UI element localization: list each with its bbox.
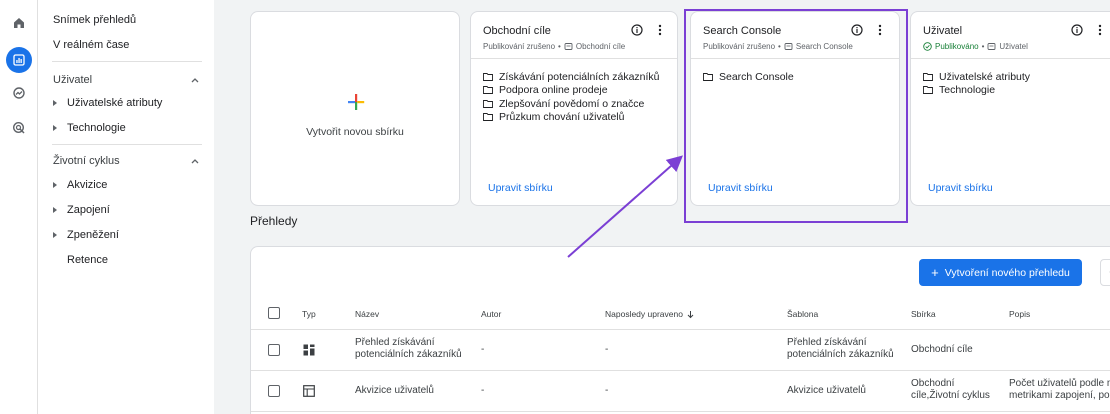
row-divider — [251, 370, 1110, 371]
more-vert-icon[interactable] — [655, 24, 665, 36]
home-icon[interactable] — [6, 10, 32, 36]
nav-divider — [52, 144, 202, 145]
reports-table: + Vytvoření nového přehledu Typ Název Au… — [250, 246, 1110, 414]
folder-icon — [923, 72, 933, 81]
collection-tag: Uživatel — [999, 42, 1028, 51]
publish-status: Publikováno — [935, 42, 979, 51]
row-divider — [251, 329, 1110, 330]
folder-icon — [483, 113, 493, 122]
report-name[interactable]: Přehled získávání potenciálních zákazník… — [355, 337, 475, 361]
expand-arrow-icon — [53, 232, 57, 238]
dashboard-icon — [303, 344, 315, 356]
nav-item-user-attributes[interactable]: Uživatelské atributy — [53, 97, 162, 109]
row-checkbox[interactable] — [268, 344, 280, 356]
card-divider — [471, 58, 677, 59]
report-collection: Obchodní cíle — [911, 344, 973, 355]
sort-arrow-down-icon — [687, 310, 694, 318]
nav-group-lifecycle[interactable]: Životní cyklus — [53, 155, 120, 167]
library-main: Vytvořit novou sbírku Obchodní cíle Publ… — [214, 0, 1110, 414]
more-vert-icon[interactable] — [1095, 24, 1105, 36]
nav-item-realtime[interactable]: V reálném čase — [53, 39, 129, 51]
collection-tag-icon — [987, 43, 996, 50]
column-description[interactable]: Popis — [1009, 309, 1030, 319]
topic-item: Získávání potenciálních zákazníků — [483, 70, 660, 84]
expand-arrow-icon — [53, 182, 57, 188]
expand-arrow-icon — [53, 100, 57, 106]
report-author: - — [481, 344, 485, 355]
nav-item-retention[interactable]: Retence — [67, 254, 108, 266]
create-collection-label: Vytvořit novou sbírku — [306, 126, 404, 138]
topic-item: Průzkum chování uživatelů — [483, 111, 660, 125]
report-template: Akvizice uživatelů — [787, 385, 866, 396]
edit-collection-link[interactable]: Upravit sbírku — [928, 182, 993, 194]
topic-item: Podpora online prodeje — [483, 84, 660, 98]
create-report-button[interactable]: + Vytvoření nového přehledu — [919, 259, 1082, 286]
collection-title: Obchodní cíle — [483, 25, 551, 37]
add-icon: + — [931, 265, 939, 280]
collection-topics: Získávání potenciálních zákazníků Podpor… — [483, 70, 660, 124]
expand-arrow-icon — [53, 207, 57, 213]
card-divider — [911, 58, 1110, 59]
report-author: - — [481, 385, 485, 396]
publish-status: Publikování zrušeno — [483, 42, 556, 51]
search-button[interactable] — [1100, 259, 1110, 286]
report-description: Počet uživatelů podle n metrikami zapoje… — [1009, 378, 1110, 401]
column-author[interactable]: Autor — [481, 309, 501, 319]
nav-item-engagement[interactable]: Zapojení — [53, 204, 110, 216]
nav-item-technology[interactable]: Technologie — [53, 122, 126, 134]
info-icon[interactable] — [631, 24, 643, 36]
topic-item: Zlepšování povědomí o značce — [483, 97, 660, 111]
column-name[interactable]: Název — [355, 309, 379, 319]
folder-icon — [483, 72, 493, 81]
annotation-highlight-box — [684, 9, 908, 223]
edit-collection-link[interactable]: Upravit sbírku — [488, 182, 553, 194]
info-icon[interactable] — [1071, 24, 1083, 36]
advertising-icon[interactable] — [6, 115, 32, 141]
left-rail — [0, 0, 38, 414]
nav-item-snapshot[interactable]: Snímek přehledů — [53, 14, 136, 26]
collection-title: Uživatel — [923, 25, 963, 37]
topic-item: Uživatelské atributy — [923, 70, 1030, 84]
column-template[interactable]: Šablona — [787, 309, 818, 319]
folder-icon — [923, 86, 933, 95]
report-collection: Obchodní cíle,Životní cyklus — [911, 378, 990, 401]
row-checkbox[interactable] — [268, 385, 280, 397]
collection-meta: Publikování zrušeno • Obchodní cíle — [483, 42, 626, 51]
select-all-checkbox[interactable] — [268, 307, 280, 319]
row-divider — [251, 411, 1110, 412]
nav-item-monetization[interactable]: Zpeněžení — [53, 229, 119, 241]
collection-card: Obchodní cíle Publikování zrušeno • Obch… — [470, 11, 678, 206]
collection-tag-icon — [564, 43, 573, 50]
collection-card: Uživatel Publikováno • Uživatel Uživatel… — [910, 11, 1110, 206]
nav-group-user[interactable]: Uživatel — [53, 74, 92, 86]
reports-nav: Snímek přehledů V reálném čase Uživatel … — [38, 0, 214, 414]
column-collection[interactable]: Sbírka — [911, 309, 936, 319]
report-name[interactable]: Akvizice uživatelů — [355, 385, 434, 397]
collection-tag: Obchodní cíle — [575, 42, 626, 51]
report-description — [1009, 344, 1110, 356]
column-type: Typ — [302, 309, 316, 319]
nav-divider — [52, 61, 202, 62]
report-template: Přehled získávání potenciálních zákazník… — [787, 337, 894, 360]
chevron-up-icon[interactable] — [189, 155, 201, 167]
topic-item: Technologie — [923, 84, 1030, 98]
collection-meta: Publikováno • Uživatel — [923, 42, 1028, 51]
reports-icon[interactable] — [6, 47, 32, 73]
collection-topics: Uživatelské atributy Technologie — [923, 70, 1030, 97]
expand-arrow-icon — [53, 125, 57, 131]
reports-section-title: Přehledy — [250, 214, 298, 228]
explore-icon[interactable] — [6, 80, 32, 106]
column-last-modified[interactable]: Naposledy upraveno — [605, 309, 695, 319]
folder-icon — [483, 86, 493, 95]
check-circle-icon — [923, 42, 932, 51]
plus-icon — [348, 94, 365, 110]
nav-item-acquisition[interactable]: Akvizice — [53, 179, 107, 191]
report-modified: - — [605, 385, 609, 396]
table-icon — [303, 385, 315, 397]
folder-icon — [483, 99, 493, 108]
chevron-up-icon[interactable] — [189, 74, 201, 86]
create-collection-card[interactable]: Vytvořit novou sbírku — [250, 11, 460, 206]
report-modified: - — [605, 344, 609, 355]
